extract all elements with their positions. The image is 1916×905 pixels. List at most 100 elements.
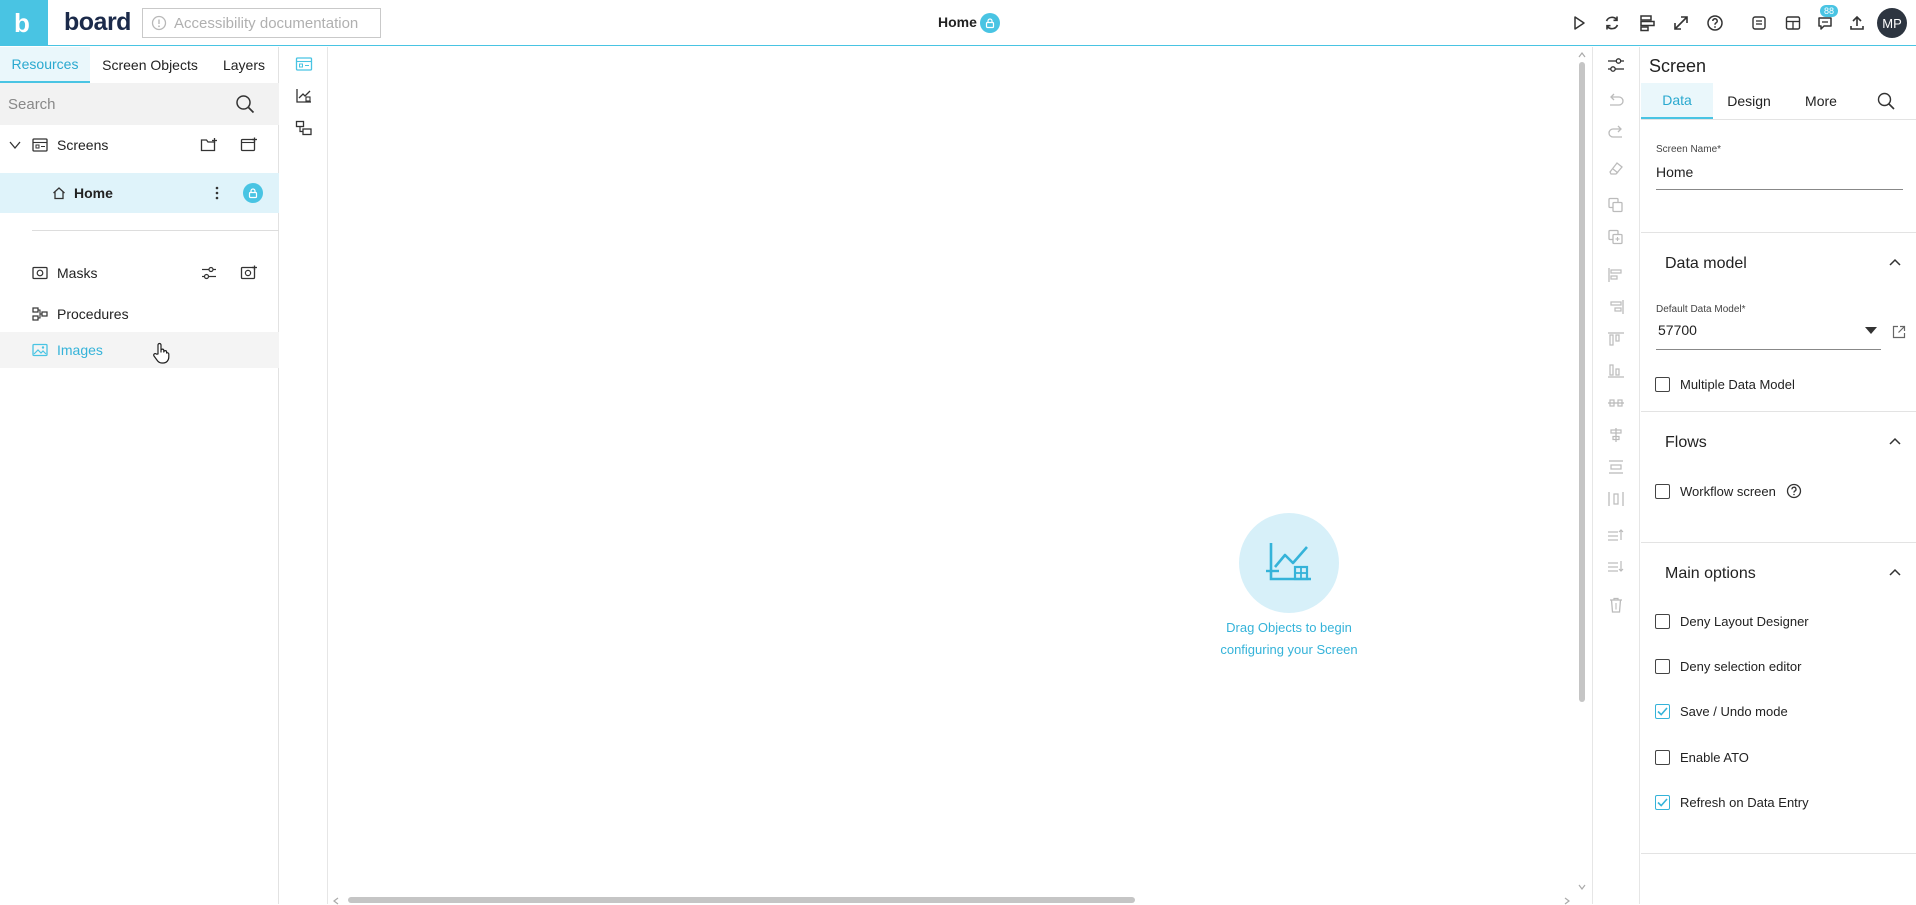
multiple-data-model-option[interactable]: Multiple Data Model bbox=[1655, 374, 1795, 394]
multiple-data-model-checkbox[interactable] bbox=[1655, 376, 1670, 392]
tab-layers[interactable]: Layers bbox=[210, 47, 278, 83]
user-avatar[interactable]: MP bbox=[1877, 8, 1907, 38]
dropdown-arrow-icon[interactable] bbox=[1865, 327, 1877, 335]
tree-item-masks[interactable]: Masks bbox=[0, 255, 279, 291]
chevron-up-icon[interactable] bbox=[1888, 567, 1902, 577]
refresh-on-data-entry-checkbox[interactable] bbox=[1655, 794, 1670, 810]
eraser-icon[interactable] bbox=[1607, 160, 1625, 176]
align-middle-icon[interactable] bbox=[1607, 395, 1625, 411]
enable-ato-option[interactable]: Enable ATO bbox=[1655, 747, 1749, 767]
tree-item-screens[interactable]: Screens bbox=[0, 127, 279, 163]
tab-resources[interactable]: Resources bbox=[0, 47, 90, 83]
notification-badge: 88 bbox=[1820, 5, 1839, 17]
bring-forward-icon[interactable] bbox=[1607, 528, 1625, 544]
home-lock-icon[interactable] bbox=[243, 183, 263, 203]
play-icon[interactable] bbox=[1568, 12, 1590, 34]
refresh-on-data-entry-option[interactable]: Refresh on Data Entry bbox=[1655, 792, 1809, 812]
section-divider bbox=[1641, 411, 1916, 412]
align-bottom-icon[interactable] bbox=[1607, 363, 1625, 379]
list-panel-icon[interactable] bbox=[1748, 12, 1770, 34]
more-vertical-icon[interactable] bbox=[214, 186, 220, 200]
screen-view-icon[interactable] bbox=[295, 56, 313, 72]
distribute-horizontal-icon[interactable] bbox=[1607, 491, 1625, 507]
canvas-vertical-scrollbar[interactable] bbox=[1579, 62, 1585, 702]
procedure-icon bbox=[32, 307, 48, 321]
tab-screen-objects[interactable]: Screen Objects bbox=[92, 47, 208, 83]
properties-sliders-icon[interactable] bbox=[1607, 57, 1625, 73]
svg-text:b: b bbox=[14, 8, 30, 38]
enable-ato-checkbox[interactable] bbox=[1655, 749, 1670, 765]
workflow-screen-option[interactable]: Workflow screen bbox=[1655, 481, 1802, 501]
multiple-data-model-label: Multiple Data Model bbox=[1680, 376, 1795, 392]
upload-icon[interactable] bbox=[1846, 12, 1868, 34]
tab-design[interactable]: Design bbox=[1713, 83, 1785, 119]
chevron-down-icon[interactable] bbox=[8, 138, 22, 152]
tree-item-home[interactable]: Home bbox=[0, 173, 279, 213]
align-left-icon[interactable] bbox=[1607, 267, 1625, 283]
hierarchy-icon[interactable] bbox=[295, 120, 313, 136]
screen-canvas[interactable] bbox=[329, 47, 1591, 904]
redo-icon[interactable] bbox=[1607, 125, 1625, 141]
refresh-icon[interactable] bbox=[1601, 12, 1623, 34]
deny-selection-editor-checkbox[interactable] bbox=[1655, 658, 1670, 674]
properties-title: Screen bbox=[1649, 56, 1707, 76]
sliders-icon[interactable] bbox=[201, 266, 217, 280]
align-right-icon[interactable] bbox=[1607, 299, 1625, 315]
accessibility-documentation-label: Accessibility documentation bbox=[174, 14, 359, 32]
lock-icon[interactable] bbox=[980, 13, 1000, 33]
chevron-up-icon[interactable] bbox=[1888, 257, 1902, 267]
current-screen-title: Home bbox=[938, 14, 977, 30]
tab-data[interactable]: Data bbox=[1641, 83, 1713, 119]
chart-object-icon[interactable] bbox=[295, 88, 313, 104]
board-logo-icon[interactable]: b bbox=[0, 0, 48, 46]
flows-section-title[interactable]: Flows bbox=[1665, 434, 1707, 452]
expand-icon[interactable] bbox=[1670, 12, 1692, 34]
default-data-model-select[interactable]: 57700 bbox=[1658, 322, 1697, 338]
workflow-screen-checkbox[interactable] bbox=[1655, 483, 1670, 499]
images-label: Images bbox=[57, 342, 103, 358]
properties-search-icon[interactable] bbox=[1876, 91, 1896, 111]
tab-more[interactable]: More bbox=[1785, 83, 1857, 119]
refresh-on-data-entry-label: Refresh on Data Entry bbox=[1680, 794, 1809, 810]
screen-name-field[interactable]: Home bbox=[1656, 164, 1693, 180]
canvas-horizontal-scrollbar[interactable] bbox=[348, 897, 1135, 903]
image-icon bbox=[32, 343, 48, 357]
undo-icon[interactable] bbox=[1607, 93, 1625, 109]
save-undo-mode-checkbox[interactable] bbox=[1655, 703, 1670, 719]
trash-icon[interactable] bbox=[1607, 597, 1625, 613]
scroll-down-arrow-icon[interactable] bbox=[1578, 884, 1586, 890]
right-tool-strip bbox=[1592, 47, 1640, 904]
default-data-model-label: Default Data Model* bbox=[1656, 304, 1746, 315]
open-external-icon[interactable] bbox=[1891, 324, 1907, 340]
search-input[interactable] bbox=[8, 93, 228, 115]
search-icon[interactable] bbox=[234, 93, 256, 115]
tree-item-procedures[interactable]: Procedures bbox=[0, 296, 279, 332]
deny-layout-designer-option[interactable]: Deny Layout Designer bbox=[1655, 611, 1809, 631]
align-top-icon[interactable] bbox=[1607, 331, 1625, 347]
main-options-section-title[interactable]: Main options bbox=[1665, 565, 1756, 583]
save-undo-mode-label: Save / Undo mode bbox=[1680, 703, 1788, 719]
distribute-vertical-icon[interactable] bbox=[1607, 459, 1625, 475]
add-mask-icon[interactable] bbox=[240, 265, 258, 281]
send-backward-icon[interactable] bbox=[1607, 559, 1625, 575]
chevron-up-icon[interactable] bbox=[1888, 436, 1902, 446]
new-folder-icon[interactable] bbox=[200, 137, 218, 153]
align-center-icon[interactable] bbox=[1607, 427, 1625, 443]
add-screen-icon[interactable] bbox=[240, 137, 258, 153]
drop-objects-hint: Drag Objects to begin configuring your S… bbox=[1199, 617, 1379, 661]
deny-layout-designer-checkbox[interactable] bbox=[1655, 613, 1670, 629]
paste-icon[interactable] bbox=[1607, 229, 1625, 245]
copy-icon[interactable] bbox=[1607, 197, 1625, 213]
layout-icon[interactable] bbox=[1636, 12, 1658, 34]
data-model-underline bbox=[1656, 349, 1881, 350]
accessibility-documentation-button[interactable]: Accessibility documentation bbox=[142, 8, 381, 38]
save-undo-mode-option[interactable]: Save / Undo mode bbox=[1655, 701, 1788, 721]
deny-selection-editor-option[interactable]: Deny selection editor bbox=[1655, 656, 1801, 676]
help-icon[interactable] bbox=[1704, 12, 1726, 34]
tree-item-images[interactable]: Images bbox=[0, 332, 279, 368]
home-label: Home bbox=[74, 185, 113, 201]
data-model-section-title[interactable]: Data model bbox=[1665, 255, 1747, 273]
scroll-up-arrow-icon[interactable] bbox=[1578, 52, 1586, 58]
apps-icon[interactable] bbox=[1782, 12, 1804, 34]
workflow-help-icon[interactable] bbox=[1786, 483, 1802, 499]
